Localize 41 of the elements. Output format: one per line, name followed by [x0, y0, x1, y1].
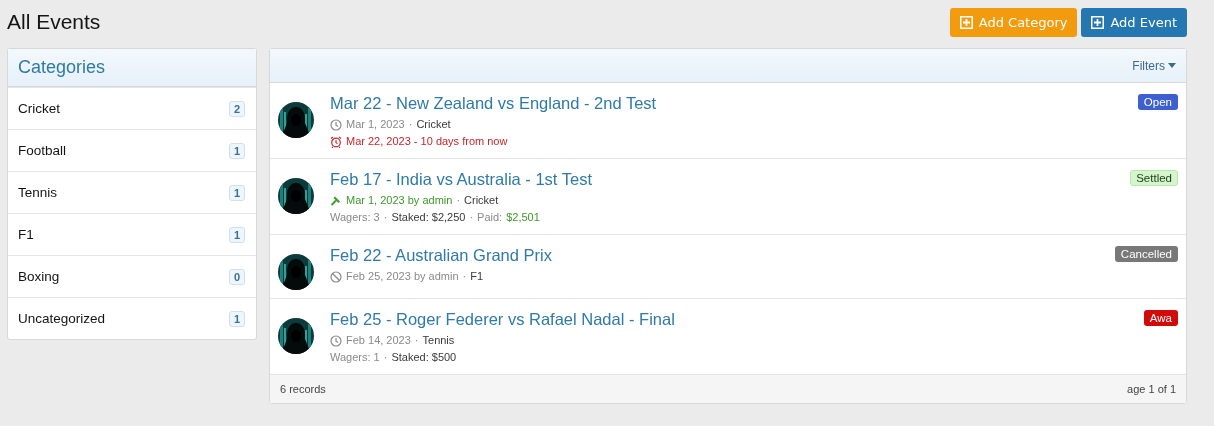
event-title-link[interactable]: Feb 22 - Australian Grand Prix: [330, 246, 1099, 265]
alarm-clock-icon: [330, 135, 342, 148]
category-link[interactable]: F1: [18, 227, 34, 242]
category-count: 0: [228, 268, 245, 285]
panel-title: Categories: [8, 49, 256, 87]
caret-icon: [1168, 63, 1176, 68]
event-meta: Feb 14, 2023 · Tennis: [346, 333, 456, 348]
page-title: All Events: [7, 10, 101, 34]
status-badge: Awa: [1143, 310, 1178, 326]
event-meta: Mar 1, 2023 · Cricket: [346, 117, 452, 132]
record-count: 6 records: [280, 383, 326, 395]
event-meta: Mar 1, 2023 by admin · Cricket: [346, 193, 500, 208]
event-meta: Mar 22, 2023 - 10 days from now: [346, 134, 509, 149]
event-title-link[interactable]: Feb 17 - India vs Australia - 1st Test: [330, 170, 1115, 189]
page-indicator: age 1 of 1: [1127, 383, 1176, 395]
status-badge: Cancelled: [1114, 246, 1178, 262]
clock-icon: [330, 334, 342, 347]
event-title-link[interactable]: Feb 25 - Roger Federer vs Rafael Nadal - Final: [330, 310, 1128, 329]
category-count: 1: [228, 310, 245, 327]
clock-icon: [330, 118, 342, 131]
event-meta: Feb 25, 2023 by admin · F1: [346, 269, 485, 284]
category-count: 2: [228, 100, 245, 117]
category-count: 1: [228, 226, 245, 243]
category-link[interactable]: Tennis: [18, 185, 58, 200]
category-link[interactable]: Uncategorized: [18, 311, 106, 326]
plus-square-icon: [1091, 15, 1105, 29]
category-link[interactable]: Cricket: [18, 101, 60, 116]
status-badge: Settled: [1130, 170, 1178, 186]
event-title-link[interactable]: Mar 22 - New Zealand vs England - 2nd Test: [330, 94, 1122, 113]
category-link[interactable]: Boxing: [18, 269, 60, 284]
category-count: 1: [228, 184, 245, 201]
category-count: 1: [228, 142, 245, 159]
ban-icon: [330, 270, 342, 283]
event-meta: Wagers: 1 · Staked: $500: [330, 350, 458, 365]
status-badge: Open: [1137, 94, 1178, 110]
gavel-icon: [330, 194, 342, 207]
filters-button[interactable]: Filters: [1132, 58, 1176, 73]
plus-square-icon: [959, 15, 973, 29]
event-meta: Wagers: 3 · Staked: $2,250 · Paid: $2,501: [330, 210, 541, 225]
category-link[interactable]: Football: [18, 143, 67, 158]
add-event-button[interactable]: Add Event: [1081, 7, 1187, 37]
